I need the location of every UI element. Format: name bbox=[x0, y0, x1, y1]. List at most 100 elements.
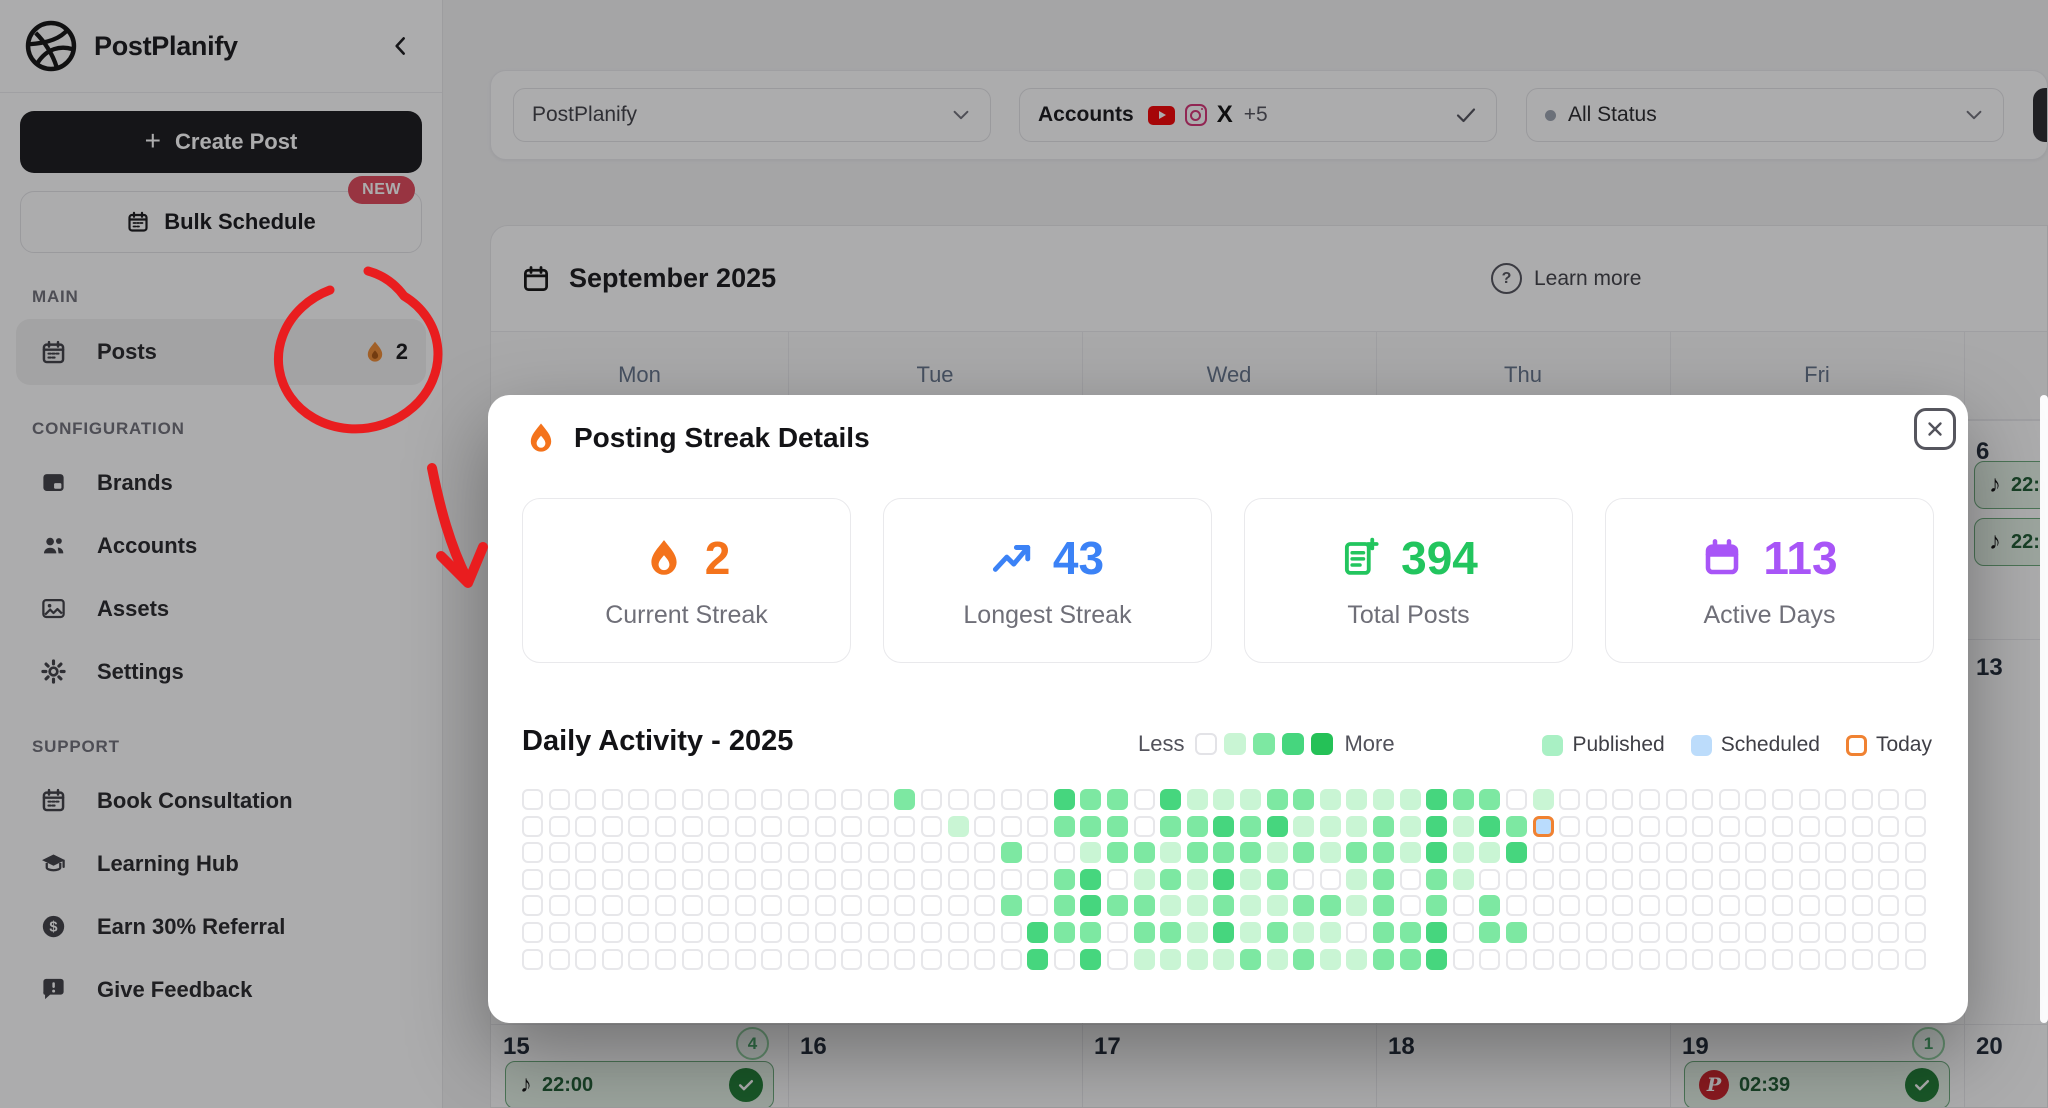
heatmap-cell bbox=[1639, 842, 1660, 863]
heatmap-cell bbox=[549, 816, 570, 837]
heatmap-cell bbox=[708, 949, 729, 970]
heatmap-cell bbox=[735, 842, 756, 863]
heatmap-cell bbox=[948, 789, 969, 810]
heatmap-cell bbox=[1825, 869, 1846, 890]
heatmap-cell bbox=[1453, 842, 1474, 863]
heatmap-cell bbox=[1506, 789, 1527, 810]
heatmap-cell bbox=[761, 895, 782, 916]
heatmap-cell bbox=[1772, 922, 1793, 943]
heatmap-cell bbox=[1240, 922, 1261, 943]
heatmap-cell bbox=[575, 869, 596, 890]
heatmap-cell bbox=[1293, 922, 1314, 943]
heatmap-cell bbox=[1080, 789, 1101, 810]
heatmap-cell bbox=[1799, 789, 1820, 810]
heatmap-cell bbox=[894, 842, 915, 863]
heatmap-cell bbox=[1639, 789, 1660, 810]
heatmap-cell bbox=[1134, 949, 1155, 970]
heatmap-cell bbox=[682, 842, 703, 863]
heatmap-cell bbox=[1799, 842, 1820, 863]
heatmap-cell bbox=[1267, 842, 1288, 863]
scale-square bbox=[1253, 733, 1275, 755]
heatmap-cell bbox=[974, 869, 995, 890]
heatmap-cell bbox=[1533, 922, 1554, 943]
heatmap-cell bbox=[549, 922, 570, 943]
scale-square bbox=[1224, 733, 1246, 755]
heatmap-cell bbox=[1852, 895, 1873, 916]
scrollbar[interactable] bbox=[2040, 395, 2048, 1023]
heatmap-cell bbox=[1187, 922, 1208, 943]
heatmap-cell bbox=[815, 895, 836, 916]
heatmap-cell bbox=[1666, 895, 1687, 916]
heatmap-cell bbox=[1878, 949, 1899, 970]
heatmap-cell bbox=[1187, 869, 1208, 890]
heatmap-cell bbox=[974, 949, 995, 970]
heatmap-cell bbox=[1320, 869, 1341, 890]
heatmap-cell bbox=[682, 816, 703, 837]
heatmap-cell bbox=[841, 816, 862, 837]
heatmap-cell bbox=[1346, 949, 1367, 970]
activity-title: Daily Activity - 2025 bbox=[522, 725, 793, 758]
status-legend: PublishedScheduledToday bbox=[1542, 733, 1932, 757]
heatmap-cell bbox=[1533, 895, 1554, 916]
heatmap-cell bbox=[1027, 842, 1048, 863]
heatmap-cell bbox=[1559, 842, 1580, 863]
heatmap-cell bbox=[628, 842, 649, 863]
heatmap-cell bbox=[1160, 922, 1181, 943]
heatmap-cell bbox=[735, 789, 756, 810]
heatmap-cell bbox=[1586, 869, 1607, 890]
heatmap-cell bbox=[1054, 895, 1075, 916]
heatmap-cell bbox=[974, 895, 995, 916]
heatmap-cell bbox=[1426, 869, 1447, 890]
close-button[interactable] bbox=[1914, 408, 1956, 450]
heatmap-cell bbox=[1293, 816, 1314, 837]
heatmap-cell bbox=[575, 842, 596, 863]
heatmap-cell bbox=[1187, 949, 1208, 970]
heatmap-cell bbox=[602, 816, 623, 837]
heatmap-cell bbox=[894, 922, 915, 943]
heatmap-cell bbox=[1267, 895, 1288, 916]
legend-published: Published bbox=[1542, 733, 1664, 757]
heatmap-cell bbox=[1586, 789, 1607, 810]
heatmap-cell bbox=[522, 949, 543, 970]
heatmap-cell bbox=[655, 895, 676, 916]
heatmap-cell bbox=[1612, 922, 1633, 943]
heatmap-cell bbox=[1027, 922, 1048, 943]
heatmap-cell bbox=[1479, 922, 1500, 943]
heatmap-cell bbox=[1373, 816, 1394, 837]
streak-details-modal: Posting Streak Details 2Current Streak43… bbox=[488, 395, 1968, 1023]
heatmap-cell bbox=[1533, 789, 1554, 810]
heatmap-cell bbox=[1852, 842, 1873, 863]
heatmap-cell bbox=[735, 949, 756, 970]
heatmap-cell bbox=[1240, 895, 1261, 916]
heatmap-cell bbox=[1852, 922, 1873, 943]
heatmap-cell bbox=[894, 816, 915, 837]
app-window: PostPlanify + Create Post Bulk Schedule … bbox=[0, 0, 2048, 1108]
heatmap-cell bbox=[1825, 922, 1846, 943]
heatmap-cell bbox=[735, 895, 756, 916]
heatmap-cell bbox=[1905, 869, 1926, 890]
stat-card-longest-streak: 43Longest Streak bbox=[883, 498, 1212, 663]
heatmap-cell bbox=[1054, 816, 1075, 837]
heatmap-cell bbox=[708, 789, 729, 810]
heatmap-cell bbox=[522, 842, 543, 863]
heatmap-cell bbox=[894, 949, 915, 970]
heatmap-cell bbox=[1054, 949, 1075, 970]
heatmap-cell bbox=[628, 895, 649, 916]
heatmap-cell bbox=[1852, 949, 1873, 970]
heatmap-cell bbox=[761, 922, 782, 943]
heatmap-cell bbox=[1267, 949, 1288, 970]
heatmap-cell bbox=[1745, 816, 1766, 837]
heatmap-cell bbox=[1160, 895, 1181, 916]
heatmap-cell bbox=[1825, 842, 1846, 863]
heatmap-cell bbox=[1400, 816, 1421, 837]
heatmap-cell bbox=[628, 949, 649, 970]
heatmap-cell bbox=[815, 816, 836, 837]
heatmap-cell bbox=[1533, 842, 1554, 863]
heatmap-cell bbox=[1639, 895, 1660, 916]
legend-scheduled: Scheduled bbox=[1691, 733, 1820, 757]
heatmap-cell bbox=[1666, 816, 1687, 837]
heatmap-cell bbox=[602, 842, 623, 863]
heatmap-cell bbox=[788, 789, 809, 810]
heatmap-cell bbox=[1373, 949, 1394, 970]
heatmap-cell bbox=[735, 816, 756, 837]
